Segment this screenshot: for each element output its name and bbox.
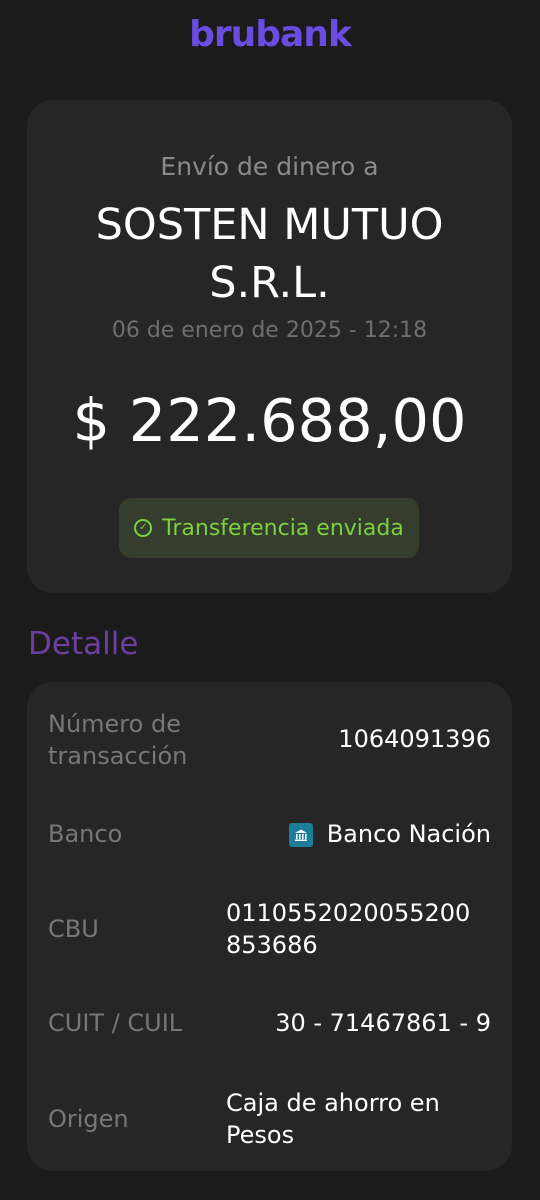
brubank-logo: brubank	[189, 14, 352, 55]
recipient-name-line1: SOSTEN MUTUO	[95, 200, 444, 250]
detail-label-bank: Banco	[48, 820, 123, 848]
status-text: Transferencia enviada	[162, 515, 404, 541]
check-circle-icon: ✓	[134, 519, 153, 537]
status-badge: ✓ Transferencia enviada	[119, 498, 419, 558]
bank-name: Banco Nación	[326, 820, 491, 848]
detail-value-bank: Banco Nación	[288, 818, 491, 850]
detail-label-cuit: CUIT / CUIL	[48, 1009, 183, 1037]
recipient-name: SOSTEN MUTUO S.R.L.	[47, 196, 492, 312]
detail-card: Número de transacción 1064091396 Banco B…	[27, 682, 512, 1171]
detail-value-cbu: 0110552020055200 853686	[226, 897, 470, 961]
detail-value-origin: Caja de ahorro en Pesos	[226, 1087, 440, 1151]
transfer-amount: $ 222.688,00	[72, 386, 467, 455]
origin-line2: Pesos	[226, 1121, 295, 1149]
label-line2: transacción	[48, 742, 188, 770]
detail-section-title: Detalle	[28, 626, 139, 662]
bank-icon	[288, 823, 313, 847]
transfer-summary-card: Envío de dinero a SOSTEN MUTUO S.R.L. 06…	[27, 100, 512, 593]
cbu-line2: 853686	[226, 931, 318, 959]
recipient-name-line2: S.R.L.	[209, 258, 330, 308]
transfer-datetime: 06 de enero de 2025 - 12:18	[111, 318, 428, 343]
detail-label-transaction: Número de transacción	[48, 708, 187, 772]
label-line1: Número de	[48, 710, 181, 738]
detail-label-cbu: CBU	[48, 915, 99, 943]
origin-line1: Caja de ahorro en	[226, 1089, 440, 1117]
cbu-line1: 0110552020055200	[226, 899, 471, 927]
detail-value-cuit: 30 - 71467861 - 9	[275, 1009, 491, 1037]
transfer-subtitle: Envío de dinero a	[160, 152, 379, 181]
detail-value-transaction: 1064091396	[338, 725, 491, 753]
detail-label-origin: Origen	[48, 1105, 129, 1133]
